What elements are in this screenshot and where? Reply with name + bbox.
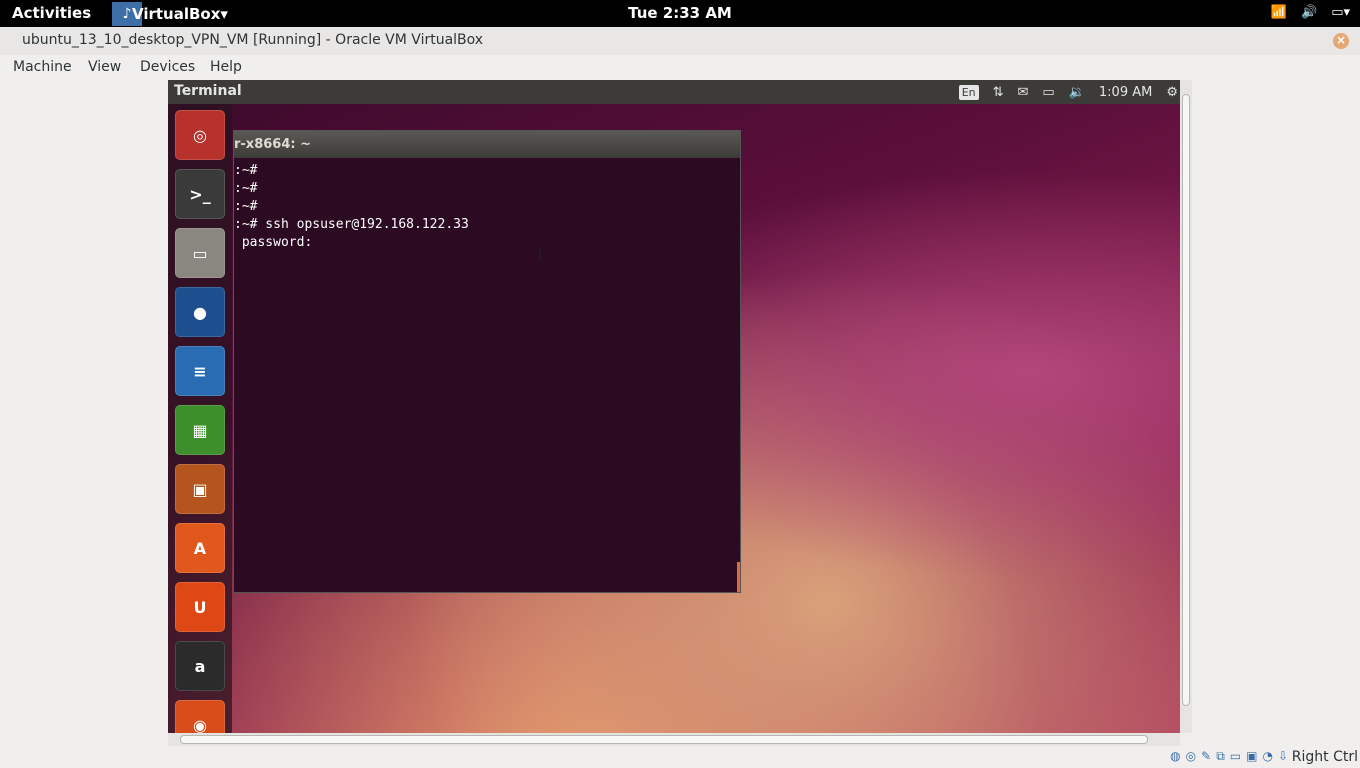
close-icon[interactable]: × xyxy=(1333,33,1349,49)
impress-icon[interactable]: ▣ xyxy=(175,464,225,514)
mouse-integration-icon[interactable]: ◔ xyxy=(1262,749,1272,764)
ubuntu-logo-icon[interactable]: ◎ xyxy=(175,110,225,160)
window-title: ubuntu_13_10_desktop_VPN_VM [Running] - … xyxy=(22,32,484,48)
window-titlebar: ubuntu_13_10_desktop_VPN_VM [Running] - … xyxy=(0,27,1360,55)
volume-icon[interactable]: 🔊 xyxy=(1301,5,1317,20)
host-key-label: Right Ctrl xyxy=(1291,749,1358,765)
optical-drive-icon[interactable]: ◎ xyxy=(1186,749,1196,764)
amazon-icon[interactable]: a xyxy=(175,641,225,691)
text-cursor-icon: I xyxy=(538,248,543,264)
terminal-line: :~# xyxy=(234,181,258,196)
shared-folder-icon[interactable]: ▭ xyxy=(1230,749,1241,764)
terminal-line: :~# xyxy=(234,199,258,214)
menu-machine[interactable]: Machine xyxy=(13,59,72,75)
unity-launcher: ◎ >_ ▭ ● ≡ ▦ ▣ A U a ◉ xyxy=(168,104,232,733)
keyboard-capture-icon[interactable]: ⇩ xyxy=(1278,749,1288,764)
scroll-thumb[interactable] xyxy=(1182,94,1190,706)
host-top-bar: Activities ♪ VirtualBox ▾ Tue 2:33 AM 📶 … xyxy=(0,0,1360,27)
guest-clock[interactable]: 1:09 AM xyxy=(1099,85,1152,100)
mail-icon[interactable]: ✉ xyxy=(1018,85,1029,100)
scroll-thumb[interactable] xyxy=(180,735,1148,744)
terminal-line: :~# ssh opsuser@192.168.122.33 xyxy=(234,217,469,232)
battery-icon[interactable]: ▭▾ xyxy=(1331,5,1350,20)
terminal-line: :~# xyxy=(234,163,258,178)
gear-icon[interactable]: ⚙ xyxy=(1166,85,1178,100)
terminal-title: r-x8664: ~ xyxy=(234,137,311,152)
software-center-icon[interactable]: A xyxy=(175,523,225,573)
menu-devices[interactable]: Devices xyxy=(140,59,195,75)
system-tray: 📶 🔊 ▭▾ xyxy=(1271,5,1350,20)
terminal-window[interactable]: r-x8664: ~ :~# :~# :~# :~# ssh opsuser@192.… xyxy=(233,130,741,593)
menu-help[interactable]: Help xyxy=(210,59,242,75)
hard-disk-icon[interactable]: ◍ xyxy=(1170,749,1180,764)
network-icon[interactable]: ⧉ xyxy=(1216,749,1225,764)
terminal-scroll-indicator xyxy=(737,562,740,592)
menu-bar: Machine View Devices Help xyxy=(0,55,1360,80)
guest-panel-title: Terminal xyxy=(174,83,242,99)
horizontal-scrollbar[interactable] xyxy=(168,733,1180,746)
firefox-icon[interactable]: ● xyxy=(175,287,225,337)
keyboard-layout-indicator[interactable]: En xyxy=(958,84,979,100)
guest-top-panel: Terminal En ⇅ ✉ ▭ 🔉 1:09 AM ⚙ xyxy=(168,80,1180,104)
terminal-titlebar[interactable]: r-x8664: ~ xyxy=(234,131,740,158)
files-icon[interactable]: ▭ xyxy=(175,228,225,278)
menu-view[interactable]: View xyxy=(88,59,121,75)
usb-icon[interactable]: ✎ xyxy=(1201,749,1211,764)
guest-indicators: En ⇅ ✉ ▭ 🔉 1:09 AM ⚙ xyxy=(958,80,1180,104)
terminal-output[interactable]: :~#:~#:~#:~# ssh opsuser@192.168.122.33 … xyxy=(234,158,740,252)
writer-icon[interactable]: ≡ xyxy=(175,346,225,396)
status-bar: ◍ ◎ ✎ ⧉ ▭ ▣ ◔ ⇩ Right Ctrl xyxy=(0,746,1360,768)
battery-icon[interactable]: ▭ xyxy=(1042,85,1054,100)
terminal-line: password: xyxy=(234,235,313,250)
volume-icon[interactable]: 🔉 xyxy=(1069,85,1085,100)
rhythmbox-icon[interactable]: ◉ xyxy=(175,700,225,733)
display-icon[interactable]: ▣ xyxy=(1246,749,1257,764)
wifi-icon[interactable]: 📶 xyxy=(1271,5,1287,20)
ubuntu-one-icon[interactable]: U xyxy=(175,582,225,632)
calc-icon[interactable]: ▦ xyxy=(175,405,225,455)
terminal-icon[interactable]: >_ xyxy=(175,169,225,219)
host-clock[interactable]: Tue 2:33 AM xyxy=(0,4,1360,22)
network-icon[interactable]: ⇅ xyxy=(993,85,1004,100)
vertical-scrollbar[interactable] xyxy=(1180,80,1192,733)
vm-display[interactable]: Terminal En ⇅ ✉ ▭ 🔉 1:09 AM ⚙ ◎ >_ ▭ ● ≡… xyxy=(168,80,1180,733)
device-icons: ◍ ◎ ✎ ⧉ ▭ ▣ ◔ ⇩ xyxy=(1170,749,1288,764)
